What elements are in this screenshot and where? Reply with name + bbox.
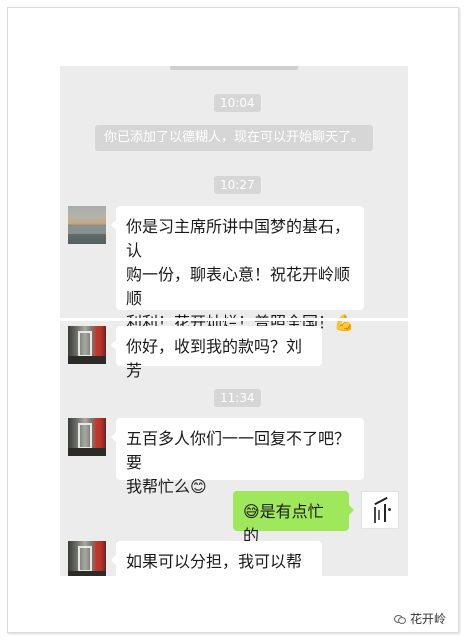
- avatar-detail: [78, 423, 92, 449]
- landscape-avatar[interactable]: [68, 206, 106, 244]
- message-bubble[interactable]: 如果可以分担，我可以帮下: [111, 541, 322, 576]
- room-avatar[interactable]: [68, 541, 106, 576]
- message-text: 你好，收到我的款吗？刘芳: [126, 337, 303, 380]
- message-line: 五百多人你们一一回复不了吧？要: [126, 429, 351, 472]
- avatar-detail: [68, 448, 106, 456]
- watermark-text: 花开岭: [409, 612, 446, 626]
- logo-stroke: [388, 508, 391, 511]
- timestamp: 10:04: [214, 94, 261, 112]
- watermark: 花开岭: [393, 610, 446, 627]
- message-bubble[interactable]: 五百多人你们一一回复不了吧？要 我帮忙么😊: [111, 418, 364, 496]
- room-avatar[interactable]: [68, 326, 106, 364]
- timestamp: 10:27: [214, 176, 261, 194]
- message-bubble[interactable]: 你好，收到我的款吗？刘芳: [111, 326, 322, 380]
- avatar-detail: [78, 331, 92, 357]
- message-bubble-outgoing[interactable]: 😅是有点忙的: [233, 491, 354, 545]
- logo-stroke: [378, 510, 380, 520]
- avatar-detail: [68, 356, 106, 364]
- timestamp: 11:34: [214, 389, 261, 407]
- room-avatar[interactable]: [68, 418, 106, 456]
- message-line: 你是习主席所讲中国梦的基石，认: [126, 217, 351, 260]
- logo-stroke: [384, 504, 386, 522]
- wechat-icon: [393, 614, 406, 624]
- friend-added-notice: 你已添加了以德糊人，现在可以开始聊天了。: [95, 125, 373, 151]
- chat-window[interactable]: 10:04 你已添加了以德糊人，现在可以开始聊天了。 10:27 你是习主席所讲…: [60, 66, 408, 576]
- calligraphy-logo-avatar[interactable]: [361, 491, 399, 529]
- message-bubble[interactable]: 你是习主席所讲中国梦的基石，认 购一份，聊表心意！祝花开岭顺顺 利利！花开灿烂！…: [111, 206, 364, 356]
- avatar-mist: [68, 226, 106, 234]
- scroll-indicator: [170, 66, 298, 70]
- avatar-detail: [78, 546, 92, 572]
- avatar-detail: [68, 571, 106, 576]
- logo-stroke: [374, 507, 376, 523]
- message-text: 如果可以分担，我可以帮下: [126, 552, 303, 571]
- screenshot-seam: [60, 318, 408, 321]
- message-line: 购一份，聊表心意！祝花开岭顺顺: [126, 265, 351, 308]
